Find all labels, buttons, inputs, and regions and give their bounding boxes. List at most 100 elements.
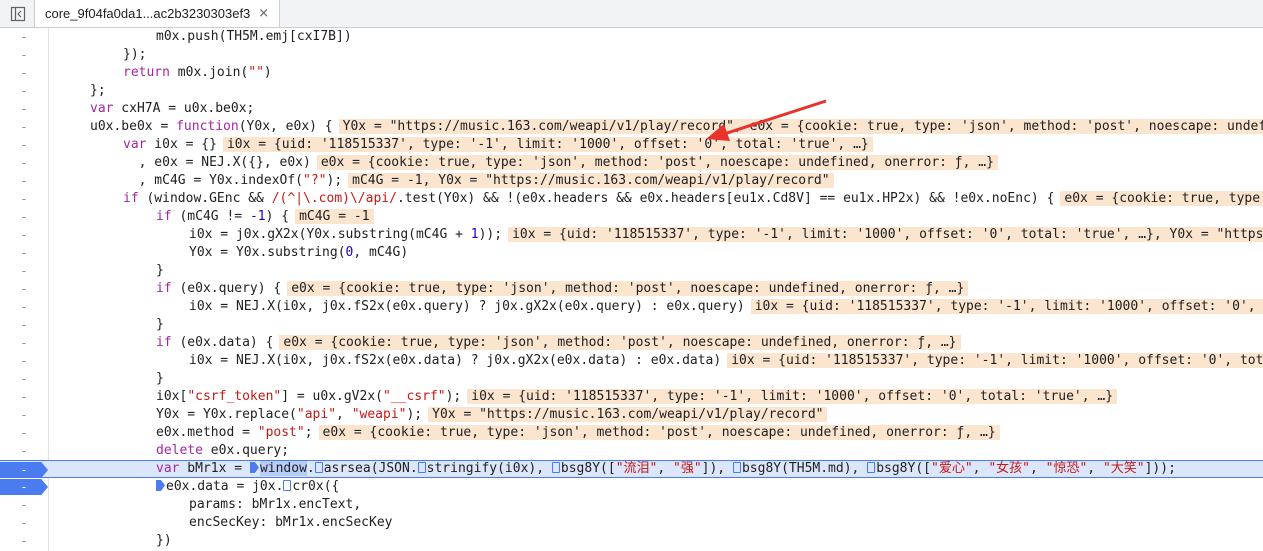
close-tab-icon[interactable]: ×	[258, 6, 269, 21]
gutter-marker[interactable]: -	[0, 118, 48, 136]
code-line: - e0x.method = "post"; e0x = {cookie: tru…	[0, 424, 1263, 442]
code-line: - i0x = NEJ.X(i0x, j0x.fS2x(e0x.query) ?…	[0, 298, 1263, 316]
code-line: - });	[0, 46, 1263, 64]
tab-title: core_9f04fa0da1...ac2b3230303ef3	[45, 6, 251, 21]
gutter-marker[interactable]: -	[0, 388, 48, 406]
gutter-marker[interactable]: -	[0, 316, 48, 334]
code-text: })	[156, 533, 172, 548]
gutter-marker[interactable]: -	[0, 226, 48, 244]
code-text: u0x.be0x = function(Y0x, e0x) {Y0x = "ht…	[90, 118, 1263, 136]
gutter-marker[interactable]: -	[0, 280, 48, 298]
code-line: - if (e0x.data) {e0x = {cookie: true, ty…	[0, 334, 1263, 352]
code-text: i0x["csrf_token"] = u0x.gV2x("__csrf"); i…	[156, 388, 1118, 406]
continue-to-location-icon[interactable]	[732, 462, 741, 473]
code-text: e0x.method = "post"; e0x = {cookie: true,…	[156, 424, 1000, 442]
gutter-marker[interactable]: -	[0, 442, 48, 460]
code-editor[interactable]: - m0x.push(TH5M.emj[cxI7B]) - }); - retu…	[0, 28, 1263, 551]
inline-value-preview: mC4G = -1	[295, 209, 374, 224]
gutter-marker[interactable]: -	[0, 154, 48, 172]
inline-value-preview: i0x = {uid: '118515337', type: '-1', lim…	[467, 389, 1118, 404]
code-line: - encSecKey: bMr1x.encSecKey	[0, 514, 1263, 532]
inline-value-preview: Y0x = "https://music.163.com/weapi/v1/pl…	[428, 407, 828, 422]
gutter-marker[interactable]: -	[0, 514, 48, 532]
continue-to-location-icon[interactable]	[551, 462, 560, 473]
gutter-marker[interactable]: -	[0, 172, 48, 190]
code-text: e0x.data = j0x. cr0x({	[156, 478, 339, 496]
code-line: - if (window.GEnc && /(^|\.com)\/api/.te…	[0, 190, 1263, 208]
gutter-marker[interactable]: -	[0, 352, 48, 370]
selected-token[interactable]: window	[259, 461, 307, 476]
code-text: }	[156, 263, 164, 278]
gutter-marker[interactable]: -	[0, 46, 48, 64]
code-text: delete e0x.query;	[156, 443, 290, 458]
code-text: i0x = j0x.gX2x(Y0x.substring(mC4G + 1));…	[189, 226, 1263, 244]
gutter-marker[interactable]: -	[0, 100, 48, 118]
tab-source-file[interactable]: core_9f04fa0da1...ac2b3230303ef3 ×	[34, 0, 281, 27]
code-line: - m0x.push(TH5M.emj[cxI7B])	[0, 28, 1263, 46]
code-line: - return m0x.join("")	[0, 64, 1263, 82]
gutter-marker[interactable]: -	[0, 298, 48, 316]
inline-value-preview: mC4G = -1, Y0x = "https://music.163.com/…	[348, 173, 834, 188]
continue-to-location-icon[interactable]	[314, 462, 323, 473]
code-line: - delete e0x.query;	[0, 442, 1263, 460]
continue-to-location-icon[interactable]	[249, 462, 259, 473]
breakpoint-marker[interactable]: -	[0, 479, 48, 495]
code-line: - };	[0, 82, 1263, 100]
code-text: }	[156, 317, 164, 332]
code-line: - }	[0, 370, 1263, 388]
gutter-marker[interactable]: -	[0, 532, 48, 550]
code-line: - params: bMr1x.encText,	[0, 496, 1263, 514]
continue-to-location-icon[interactable]	[283, 480, 292, 491]
continue-to-location-icon[interactable]	[417, 462, 426, 473]
gutter-marker[interactable]: -	[0, 370, 48, 388]
code-line: - }	[0, 262, 1263, 280]
code-text: Y0x = Y0x.substring(0, mC4G)	[189, 245, 409, 260]
code-line: - u0x.be0x = function(Y0x, e0x) {Y0x = "…	[0, 118, 1263, 136]
code-text: Y0x = Y0x.replace("api", "weapi"); Y0x = …	[156, 406, 828, 424]
gutter-marker[interactable]: -	[0, 334, 48, 352]
gutter-marker[interactable]: -	[0, 136, 48, 154]
code-line: - i0x = j0x.gX2x(Y0x.substring(mC4G + 1)…	[0, 226, 1263, 244]
inline-value-preview: i0x = {uid: '118515337', type: '-1', lim…	[508, 227, 1263, 242]
gutter-marker[interactable]: -	[0, 28, 48, 46]
code-line: - , mC4G = Y0x.indexOf("?"); mC4G = -1, Y…	[0, 172, 1263, 190]
code-line: - i0x["csrf_token"] = u0x.gV2x("__csrf")…	[0, 388, 1263, 406]
code-text: if (mC4G != -1) {mC4G = -1	[156, 208, 374, 226]
inline-value-preview: e0x = {cookie: true, type: 'json', metho…	[1060, 191, 1263, 206]
inline-value-preview: e0x = {cookie: true, type: 'json', metho…	[279, 335, 961, 350]
gutter-marker[interactable]: -	[0, 208, 48, 226]
code-text: var cxH7A = u0x.be0x;	[90, 101, 255, 116]
code-line: - }	[0, 316, 1263, 334]
toggle-navigator-icon[interactable]	[10, 6, 26, 22]
gutter-marker[interactable]: -	[0, 262, 48, 280]
gutter-marker[interactable]: -	[0, 64, 48, 82]
code-text: if (window.GEnc && /(^|\.com)\/api/.test…	[123, 190, 1263, 208]
current-execution-line[interactable]: - var bMr1x = window. asrsea(JSON. stringi…	[0, 460, 1263, 478]
code-text: i0x = NEJ.X(i0x, j0x.fS2x(e0x.data) ? j0…	[189, 352, 1263, 370]
code-text: };	[90, 83, 106, 98]
code-line: - Y0x = Y0x.substring(0, mC4G)	[0, 244, 1263, 262]
continue-to-location-icon[interactable]	[156, 480, 165, 491]
inline-value-preview: i0x = {uid: '118515337', type: '-1', lim…	[750, 299, 1263, 314]
gutter-marker[interactable]: -	[0, 244, 48, 262]
code-text: if (e0x.query) {e0x = {cookie: true, typ…	[156, 280, 969, 298]
gutter-marker[interactable]: -	[0, 406, 48, 424]
breakpoint-marker[interactable]: -	[0, 462, 48, 478]
inline-value-preview: i0x = {uid: '118515337', type: '-1', lim…	[727, 353, 1263, 368]
annotation-arrow-icon	[706, 99, 827, 141]
code-text: return m0x.join("")	[123, 65, 272, 80]
gutter-marker[interactable]: -	[0, 424, 48, 442]
code-text: encSecKey: bMr1x.encSecKey	[189, 515, 393, 530]
code-line: - Y0x = Y0x.replace("api", "weapi"); Y0x …	[0, 406, 1263, 424]
inline-value-preview: e0x = {cookie: true, type: 'json', metho…	[287, 281, 969, 296]
gutter-marker[interactable]: -	[0, 190, 48, 208]
code-line: - if (mC4G != -1) {mC4G = -1	[0, 208, 1263, 226]
code-text: m0x.push(TH5M.emj[cxI7B])	[156, 29, 352, 44]
gutter-marker[interactable]: -	[0, 496, 48, 514]
code-text: if (e0x.data) {e0x = {cookie: true, type…	[156, 334, 961, 352]
code-text: }	[156, 371, 164, 386]
continue-to-location-icon[interactable]	[867, 462, 876, 473]
gutter-marker[interactable]: -	[0, 82, 48, 100]
code-text: params: bMr1x.encText,	[189, 497, 362, 512]
code-line: - var i0x = {} i0x = {uid: '118515337', t…	[0, 136, 1263, 154]
